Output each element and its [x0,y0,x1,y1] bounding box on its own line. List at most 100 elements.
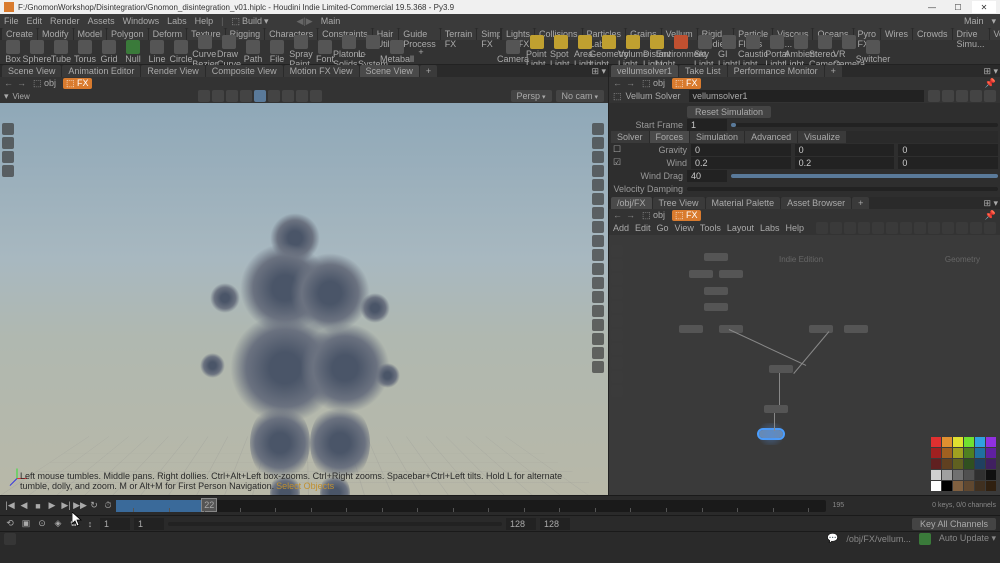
palette-swatch[interactable] [986,470,996,480]
view-tool-select-icon[interactable] [198,90,210,102]
prev-frame-button[interactable]: ◀ [18,500,30,512]
first-frame-button[interactable]: |◀ [4,500,16,512]
viewport-tool-icon[interactable] [2,165,14,177]
pane-tab[interactable]: Scene View [2,65,61,77]
maximize-button[interactable]: ☐ [946,1,970,13]
param-tab-visualize[interactable]: Visualize [798,131,846,143]
net-tool-icon[interactable] [816,222,828,234]
net-menu-layout[interactable]: Layout [727,223,754,233]
palette-swatch[interactable] [942,470,952,480]
network-node[interactable] [704,287,728,295]
search-icon[interactable] [956,90,968,102]
palette-swatch[interactable] [986,448,996,458]
last-frame-button[interactable]: ▶▶ [74,500,86,512]
start-frame-slider[interactable] [731,123,998,127]
view-tool-icon[interactable] [296,90,308,102]
view-tool-icon[interactable] [282,90,294,102]
network-node[interactable] [764,405,788,413]
net-menu-help[interactable]: Help [785,223,804,233]
menu-file[interactable]: File [4,16,19,26]
gravity-z-input[interactable]: 0 [898,144,998,156]
net-tool-icon[interactable] [970,222,982,234]
palette-swatch[interactable] [986,459,996,469]
realtime-button[interactable]: ⏱ [102,500,114,512]
path-obj[interactable]: ⬚ obj [639,78,668,89]
pane-tab[interactable]: Material Palette [706,197,781,209]
tool-sphere[interactable]: Sphere [26,40,48,64]
net-side-tool-icon[interactable] [611,287,623,299]
net-side-tool-icon[interactable] [611,315,623,327]
desktop-selector[interactable]: ⬚ Build ▾ [231,16,268,27]
palette-swatch[interactable] [964,459,974,469]
pane-tab-add[interactable]: + [825,65,842,77]
shelf-tab[interactable]: Wires [881,28,912,40]
option-icon[interactable]: ⊙ [36,518,48,530]
net-tool-icon[interactable] [886,222,898,234]
palette-swatch[interactable] [975,481,985,491]
net-tool-icon[interactable] [844,222,856,234]
palette-swatch[interactable] [942,448,952,458]
shelf-tab[interactable]: Model [74,28,107,40]
gravity-x-input[interactable]: 0 [691,144,791,156]
next-frame-button[interactable]: ▶| [60,500,72,512]
palette-swatch[interactable] [931,437,941,447]
net-menu-edit[interactable]: Edit [635,223,651,233]
pane-tab[interactable]: Performance Monitor [728,65,824,77]
pane-opts-icon[interactable]: ⊞ ▾ [983,66,998,77]
key-all-channels-button[interactable]: Key All Channels [912,518,996,530]
option-icon[interactable]: ◈ [52,518,64,530]
shelf-tab[interactable]: Polygon [107,28,148,40]
net-menu-add[interactable]: Add [613,223,629,233]
viewport-tool-icon[interactable] [592,235,604,247]
viewport-tool-icon[interactable] [592,193,604,205]
palette-swatch[interactable] [975,448,985,458]
shelf-tab[interactable]: Modify [38,28,73,40]
path-fx[interactable]: ⬚ FX [672,78,701,89]
pane-tab[interactable]: Composite View [206,65,283,77]
reset-simulation-button[interactable]: Reset Simulation [687,106,771,118]
tool-box[interactable]: Box [2,40,24,64]
tool-curve-bezier[interactable]: Curve Bezier [194,35,216,69]
tool-geo-light[interactable]: Geometry Light [598,35,620,69]
tool-gi-light[interactable]: GI Light [718,35,740,69]
pane-tab-active[interactable]: Scene View [360,65,419,77]
path-obj[interactable]: ⬚ obj [639,210,668,221]
path-back-icon[interactable]: ← [4,78,13,88]
view-tool-icon[interactable] [240,90,252,102]
net-tool-icon[interactable] [900,222,912,234]
net-tool-icon[interactable] [830,222,842,234]
tool-line[interactable]: Line [146,40,168,64]
tool-spot-light[interactable]: Spot Light [550,35,572,69]
palette-swatch[interactable] [986,437,996,447]
palette-swatch[interactable] [931,448,941,458]
viewport-tool-icon[interactable] [2,123,14,135]
node-name-field[interactable]: vellumsolver1 [689,90,924,102]
menu-assets[interactable]: Assets [88,16,115,26]
viewport-tool-icon[interactable] [592,305,604,317]
gravity-checkbox[interactable]: ☐ [611,144,623,155]
wind-checkbox[interactable]: ☑ [611,157,623,168]
net-side-tool-icon[interactable] [611,259,623,271]
shelf-tab[interactable]: Guide Process [399,28,440,40]
shelf-tab[interactable]: Drive Simu... [953,28,989,40]
viewport-tool-icon[interactable] [592,263,604,275]
path-fwd-icon[interactable]: → [17,78,26,88]
view-tool-shaded-icon[interactable] [254,90,266,102]
param-tab-solver[interactable]: Solver [611,131,649,143]
network-node[interactable] [689,270,713,278]
palette-swatch[interactable] [942,459,952,469]
network-node[interactable] [704,303,728,311]
palette-swatch[interactable] [964,437,974,447]
pin-icon[interactable]: 📌 [985,210,996,221]
pane-tab-add[interactable]: + [420,65,437,77]
viewport-tool-icon[interactable] [592,179,604,191]
viewport-tool-icon[interactable] [592,165,604,177]
palette-swatch[interactable] [964,470,974,480]
filter-icon[interactable] [928,90,940,102]
status-icon[interactable] [4,533,16,545]
option-icon[interactable]: ↕ [84,518,96,530]
view-dropdown-icon[interactable]: ▾ [4,91,9,102]
tool-torus[interactable]: Torus [74,40,96,64]
viewport[interactable]: Left mouse tumbles. Middle pans. Right d… [0,103,608,495]
net-side-tool-icon[interactable] [611,357,623,369]
